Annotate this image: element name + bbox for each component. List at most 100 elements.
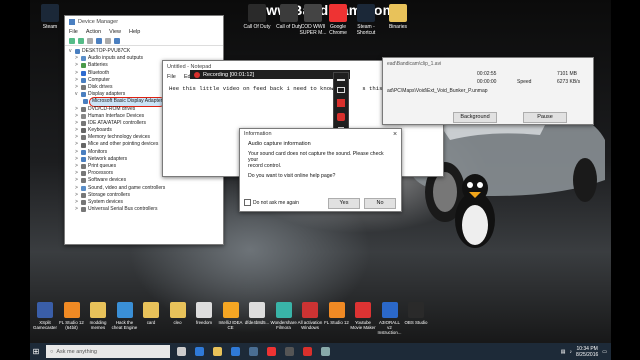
mic-icon: ○ [50, 348, 54, 355]
device-manager-taskbar-icon[interactable] [318, 345, 332, 358]
dm-menu-file[interactable]: File [69, 29, 78, 35]
device-category-icon [81, 171, 86, 177]
cod-partial-icon[interactable]: Call Of Duty [240, 4, 274, 30]
start-button[interactable]: ⊞ [30, 343, 42, 360]
recording-bar[interactable]: Recording [00:01:12] [190, 70, 350, 79]
network-icon[interactable]: ▤ [561, 349, 566, 355]
bandicam-file-path: ad\PC\Maps\Void\Ext_Void_Bunker_P.unmap [387, 88, 488, 94]
task-view-icon[interactable] [174, 345, 188, 358]
device-category-icon [81, 56, 86, 62]
monitor-icon[interactable] [114, 37, 120, 44]
doc-icon [381, 302, 398, 318]
bandicam-path: ead\Bandicam\clip_1.avi [387, 61, 442, 67]
rect-tool-icon[interactable] [337, 87, 345, 93]
volume-icon[interactable]: ♪ [570, 349, 573, 355]
obs-taskbar-icon[interactable] [282, 345, 296, 358]
device-node[interactable]: > Storage controllers [69, 192, 223, 199]
device-node[interactable]: > Sound, video and game controllers [69, 185, 223, 192]
device-category-icon [81, 70, 86, 76]
dm-menu-action[interactable]: Action [86, 29, 101, 35]
forward-icon[interactable] [78, 37, 84, 44]
device-manager-icon [69, 19, 75, 25]
desktop-icon-bottom-8[interactable]: dfde4b8d5... [244, 302, 270, 325]
device-category-icon [81, 85, 86, 91]
device-manager-menubar: File Action View Help [65, 28, 223, 36]
folder-icon [143, 302, 159, 318]
desktop-icon-bottom-6[interactable]: freedom [191, 302, 217, 325]
youtube-maker-icon [355, 302, 371, 318]
device-node[interactable]: > Software devices [69, 177, 223, 184]
desktop-icon-5[interactable]: Binaries [381, 4, 415, 30]
desktop-icon-bottom-7[interactable]: IntelliJ IDEA CE [218, 302, 244, 330]
desktop-icon-bottom-14[interactable]: OBS Studio [403, 302, 429, 325]
dialog-title: Information [244, 131, 272, 137]
desktop-icon-bottom-10[interactable]: All activation Windows [297, 302, 323, 330]
no-button[interactable]: No [364, 198, 396, 209]
dialog-titlebar[interactable]: Information × [240, 129, 401, 139]
dialog-heading: Audio capture information [248, 141, 311, 147]
desktop-icon-bottom-11[interactable]: FL Studio 12 [324, 302, 350, 325]
desktop-icon-bottom-2[interactable]: modding memes [85, 302, 111, 330]
device-category-icon [81, 200, 86, 206]
desktop-icon-4[interactable]: Steam - Shortcut [349, 4, 383, 36]
steam-taskbar-icon[interactable] [246, 345, 260, 358]
desktop-icon-bottom-4[interactable]: card [138, 302, 164, 325]
desktop-icon-bottom-12[interactable]: Youtube Movie Maker [350, 302, 376, 330]
edge-icon[interactable] [192, 345, 206, 358]
device-node[interactable]: > System devices [69, 199, 223, 206]
dialog-close-icon[interactable]: × [389, 131, 401, 138]
device-manager-title: Device Manager [78, 19, 119, 25]
bandicam-stat-row: 00:00:00 Speed 6273 KB/s [477, 79, 581, 85]
device-node[interactable]: > Universal Serial Bus controllers [69, 206, 223, 213]
desktop-icon-bottom-5[interactable]: cleo [165, 302, 191, 325]
pen-tool-icon[interactable] [337, 79, 345, 81]
search-box[interactable]: ○ Ask me anything [46, 345, 170, 358]
desktop-icon-bottom-13[interactable]: A3IORALL v2 Instruction... [377, 302, 403, 335]
desktop-icon-bottom-1[interactable]: FL Studio 12 (64bit) [59, 302, 85, 330]
color-tool-icon[interactable] [337, 99, 345, 107]
device-root[interactable]: v DESKTOP-PVU87CK [69, 48, 223, 55]
dont-ask-checkbox[interactable]: Do not ask me again [244, 199, 299, 206]
notepad-text: Hee this little video on feed back i nee… [169, 85, 344, 92]
properties-icon[interactable] [87, 37, 93, 44]
bandicam-panel[interactable]: ead\Bandicam\clip_1.avi 00:02:55 7101 MB 0… [382, 57, 594, 125]
steam-shortcut-icon [357, 4, 375, 22]
scan-icon[interactable] [105, 37, 111, 44]
back-icon[interactable] [69, 37, 75, 44]
dm-menu-view[interactable]: View [109, 29, 121, 35]
yes-button[interactable]: Yes [328, 198, 360, 209]
device-manager-titlebar[interactable]: Device Manager [65, 16, 223, 28]
device-category-icon [81, 135, 86, 141]
information-dialog[interactable]: Information × Audio capture information … [239, 128, 402, 212]
device-category-icon [81, 156, 86, 162]
help-icon[interactable] [96, 37, 102, 44]
filmora-icon [275, 302, 292, 318]
clock[interactable]: 10:34 PM 8/25/2016 [576, 346, 598, 358]
desktop-icon-bottom-9[interactable]: Wondershare Filmora [271, 302, 297, 330]
bandicam-taskbar-icon[interactable] [300, 345, 314, 358]
chrome-taskbar-icon[interactable] [264, 345, 278, 358]
device-category-icon [81, 142, 86, 148]
desktop: www.Bandicam.com Steam Call of Duty COD WW… [30, 0, 611, 360]
record-dot-icon [194, 71, 200, 78]
pause-button[interactable]: Pause [523, 112, 567, 123]
computer-icon [75, 49, 80, 55]
stop-record-icon[interactable] [337, 113, 345, 121]
file-explorer-icon[interactable] [210, 345, 224, 358]
np-menu-file[interactable]: File [167, 74, 176, 80]
desktop-icon-bottom-3[interactable]: Hack the cheat Engine [112, 302, 138, 330]
cheat-engine-icon [116, 302, 133, 318]
checkbox-icon[interactable] [244, 199, 251, 206]
cod-icon [248, 4, 266, 22]
device-manager-toolbar [65, 36, 223, 46]
device-category-icon [81, 77, 86, 83]
desktop-icon-bottom-0[interactable]: XSplit Gamecaster [32, 302, 58, 330]
notifications-icon[interactable]: ▭ [602, 349, 607, 355]
steam-icon [41, 4, 59, 22]
background-button[interactable]: Background [453, 112, 497, 123]
device-category-icon [81, 185, 86, 191]
store-icon[interactable] [228, 345, 242, 358]
dm-menu-help[interactable]: Help [129, 29, 140, 35]
device-category-icon [81, 192, 86, 198]
desktop-icon-0[interactable]: Steam [33, 4, 67, 30]
